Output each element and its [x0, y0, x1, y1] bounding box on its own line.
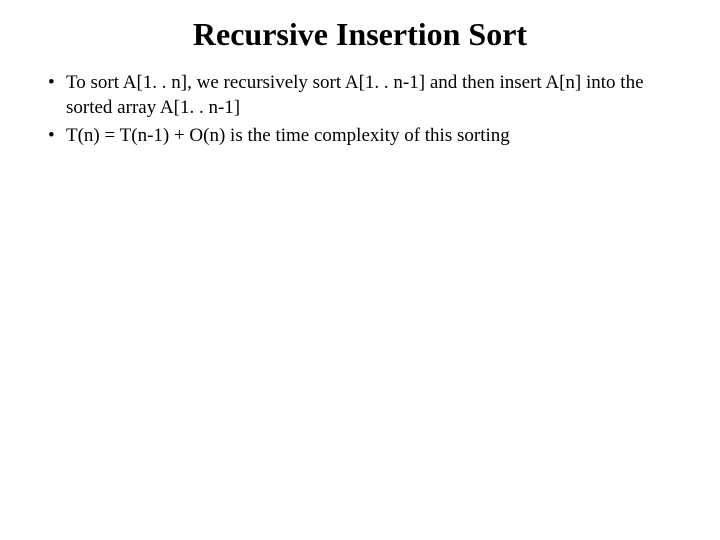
- slide-title: Recursive Insertion Sort: [30, 16, 690, 53]
- list-item: To sort A[1. . n], we recursively sort A…: [48, 71, 690, 120]
- bullet-list: To sort A[1. . n], we recursively sort A…: [30, 71, 690, 149]
- list-item: T(n) = T(n-1) + O(n) is the time complex…: [48, 124, 690, 149]
